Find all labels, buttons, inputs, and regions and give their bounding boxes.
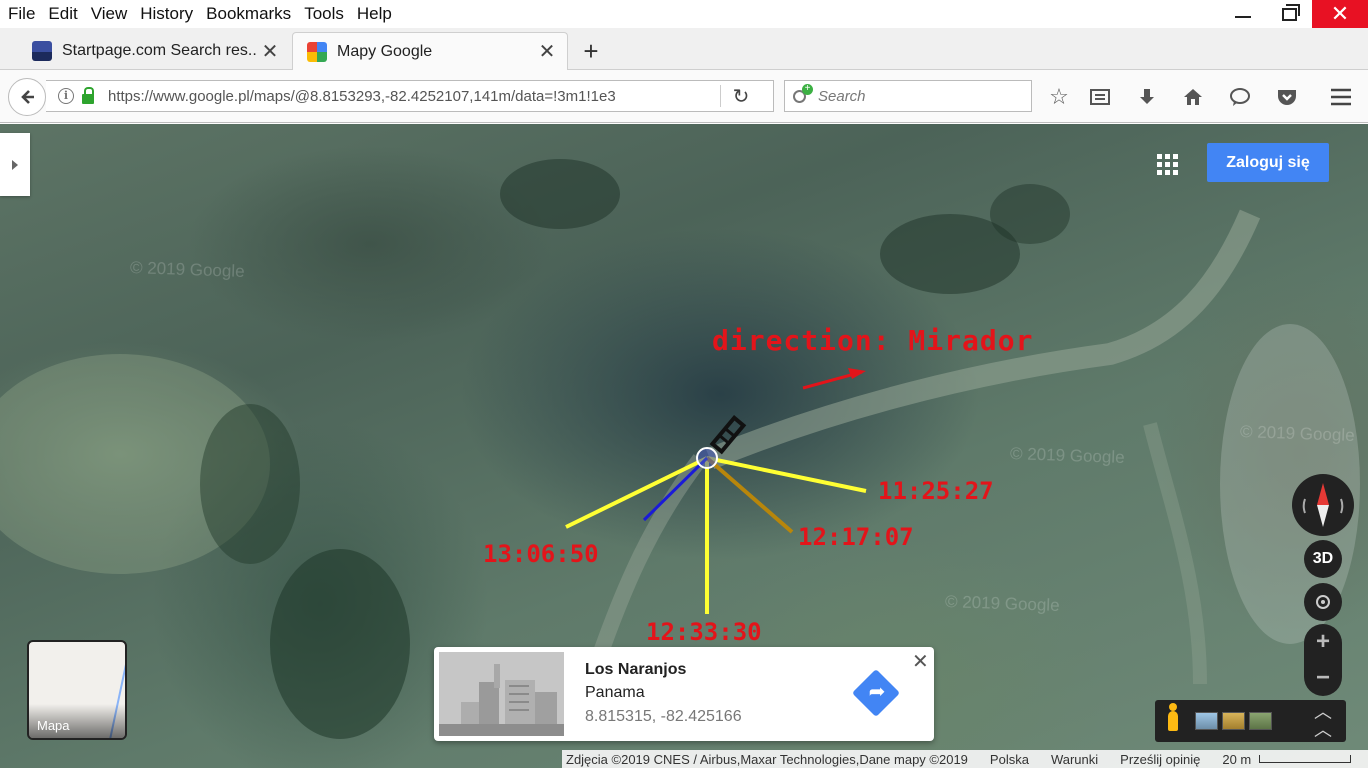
new-tab-button[interactable]: + — [578, 36, 604, 67]
expand-arrow-icon — [12, 159, 18, 170]
star-icon[interactable]: ☆ — [1046, 84, 1072, 110]
place-thumbnail[interactable] — [439, 652, 564, 736]
back-button[interactable] — [8, 78, 46, 116]
tab-startpage[interactable]: Startpage.com Search res... ✕ — [18, 32, 290, 70]
shadow-line-blue — [642, 456, 709, 522]
minimize-icon — [1235, 16, 1251, 18]
startpage-favicon-icon — [32, 41, 52, 61]
layer-tile-label: Mapa — [29, 704, 125, 738]
menu-tools[interactable]: Tools — [304, 4, 344, 24]
menu-view[interactable]: View — [91, 4, 128, 24]
attribution-bar: Zdjęcia ©2019 CNES / Airbus,Maxar Techno… — [562, 750, 1368, 768]
scale-label[interactable]: 20 m — [1222, 752, 1251, 767]
restore-icon — [1281, 3, 1300, 21]
reload-icon[interactable]: ↻ — [721, 84, 761, 109]
download-icon[interactable] — [1134, 84, 1160, 110]
my-location-button[interactable] — [1304, 583, 1342, 621]
zoom-control: + − — [1304, 624, 1342, 696]
apps-grid-icon[interactable] — [1157, 154, 1178, 175]
place-name: Los Naranjos — [585, 661, 687, 678]
imagery-attribution: Zdjęcia ©2019 CNES / Airbus,Maxar Techno… — [566, 751, 968, 767]
time-label-13-06: 13:06:50 — [483, 540, 599, 568]
close-card-button[interactable]: ✕ — [912, 649, 929, 674]
map-layer-toggle[interactable]: Mapa — [27, 640, 127, 740]
menu-bookmarks[interactable]: Bookmarks — [206, 4, 291, 24]
tab-title: Mapy Google — [337, 42, 433, 60]
pegman-street-view-icon[interactable] — [1155, 700, 1191, 742]
shadow-line-brown — [705, 456, 794, 534]
terms-link[interactable]: Warunki — [1051, 752, 1098, 767]
info-icon[interactable]: i — [58, 88, 74, 104]
search-icon — [793, 83, 813, 103]
imagery-thumbnail[interactable] — [1195, 712, 1218, 730]
tab-bar: Startpage.com Search res... ✕ Mapy Googl… — [0, 28, 1368, 70]
expand-chevron-icon[interactable]: ︿ ︿ — [1314, 703, 1332, 739]
tab-close-icon[interactable]: ✕ — [258, 39, 282, 64]
map-watermark: © 2019 Google — [944, 592, 1060, 615]
imagery-thumbnail[interactable] — [1222, 712, 1245, 730]
compass-control[interactable] — [1292, 474, 1354, 536]
time-label-11-25: 11:25:27 — [878, 477, 994, 505]
tab-google-maps[interactable]: Mapy Google ✕ — [292, 32, 568, 70]
url-input[interactable]: https://www.google.pl/maps/@8.8153293,-8… — [108, 88, 720, 105]
country-link[interactable]: Polska — [990, 752, 1029, 767]
minimize-button[interactable] — [1220, 0, 1266, 28]
tab-title: Startpage.com Search res... — [62, 42, 258, 59]
map-watermark: © 2019 Google — [1239, 422, 1355, 445]
sun-line-11-25 — [706, 456, 867, 493]
time-label-12-33: 12:33:30 — [646, 618, 762, 646]
menu-edit[interactable]: Edit — [48, 4, 77, 24]
scale-bar — [1259, 755, 1352, 763]
map-watermark: © 2019 Google — [129, 258, 245, 281]
place-info-card[interactable]: Los Naranjos Panama 8.815315, -82.425166… — [434, 647, 934, 741]
imagery-toolbar: ︿ ︿ — [1155, 700, 1346, 742]
back-arrow-icon — [21, 90, 34, 104]
reading-list-icon[interactable] — [1087, 84, 1113, 110]
close-icon: ✕ — [1330, 1, 1350, 26]
directions-arrow-icon: ➦ — [868, 681, 886, 703]
search-box[interactable]: Search — [784, 80, 1032, 112]
location-target-icon — [1316, 595, 1330, 609]
time-label-12-17: 12:17:07 — [798, 523, 914, 551]
window-controls: ✕ — [1220, 0, 1368, 28]
map-watermark: © 2019 Google — [1009, 444, 1125, 467]
menu-bar: File Edit View History Bookmarks Tools H… — [0, 0, 1368, 28]
home-icon[interactable] — [1180, 84, 1206, 110]
place-coordinates: 8.815315, -82.425166 — [585, 708, 742, 725]
close-window-button[interactable]: ✕ — [1312, 0, 1368, 28]
place-country: Panama — [585, 684, 645, 701]
pocket-icon[interactable] — [1274, 84, 1300, 110]
3d-toggle-button[interactable]: 3D — [1304, 540, 1342, 578]
sign-in-button[interactable]: Zaloguj się — [1207, 143, 1329, 182]
lock-icon — [82, 86, 94, 104]
menu-file[interactable]: File — [8, 4, 35, 24]
feedback-link[interactable]: Prześlij opinię — [1120, 752, 1200, 767]
zoom-in-button[interactable]: + — [1304, 624, 1342, 660]
direction-annotation: direction: Mirador — [712, 324, 1034, 357]
sidebar-toggle-button[interactable] — [0, 133, 30, 196]
search-input[interactable]: Search — [818, 88, 866, 105]
url-bar[interactable]: i https://www.google.pl/maps/@8.8153293,… — [46, 80, 774, 112]
tab-close-icon[interactable]: ✕ — [535, 39, 559, 64]
maximize-button[interactable] — [1266, 0, 1312, 28]
menu-help[interactable]: Help — [357, 4, 392, 24]
zoom-out-button[interactable]: − — [1304, 660, 1342, 696]
direction-arrowhead — [848, 368, 866, 379]
chat-icon[interactable] — [1227, 84, 1253, 110]
place-photo-illustration — [439, 652, 564, 736]
imagery-thumbnail[interactable] — [1249, 712, 1272, 730]
google-maps-favicon-icon — [307, 41, 327, 62]
compass-icon — [1302, 483, 1344, 527]
navigation-bar: i https://www.google.pl/maps/@8.8153293,… — [0, 70, 1368, 123]
menu-history[interactable]: History — [140, 4, 193, 24]
hamburger-menu-icon[interactable] — [1328, 84, 1354, 110]
satellite-map[interactable]: © 2019 Google © 2019 Google © 2019 Googl… — [0, 124, 1368, 768]
